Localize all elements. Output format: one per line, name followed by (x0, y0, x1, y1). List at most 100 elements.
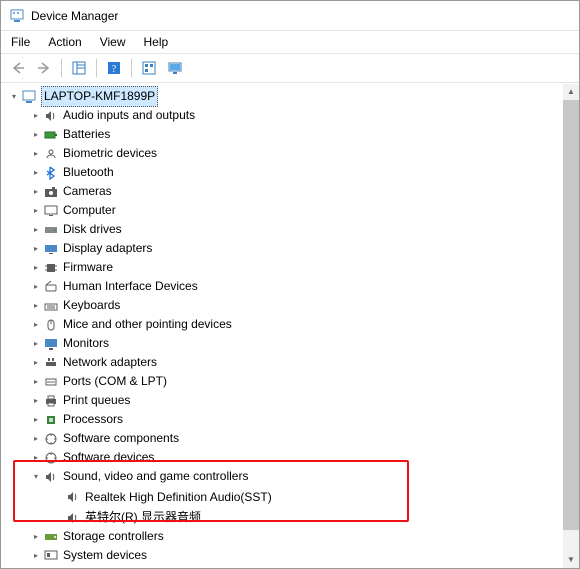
chevron-right-icon[interactable]: ▸ (29, 296, 43, 315)
back-button[interactable] (7, 57, 29, 79)
chevron-right-icon[interactable]: ▸ (29, 163, 43, 182)
speaker-icon (43, 469, 59, 485)
print-icon (43, 393, 59, 409)
show-hide-tree-button[interactable] (68, 57, 90, 79)
hid-icon (43, 279, 59, 295)
tree-item-processors[interactable]: ▸Processors (7, 410, 579, 429)
tree-item-label: Bluetooth (63, 163, 114, 182)
window-title: Device Manager (31, 9, 118, 23)
usb-icon (43, 567, 59, 569)
monitor-icon (43, 336, 59, 352)
storage-icon (43, 529, 59, 545)
help-button[interactable]: ? (103, 57, 125, 79)
camera-icon (43, 184, 59, 200)
toolbar: ? (1, 53, 579, 83)
tree-item-system[interactable]: ▸System devices (7, 546, 579, 565)
chevron-right-icon[interactable]: ▸ (29, 429, 43, 448)
tree-leaf-audio-1[interactable]: 英特尔(R) 显示器音频 (7, 508, 579, 527)
svg-text:?: ? (112, 64, 117, 75)
tree-item-cameras[interactable]: ▸ Cameras (7, 182, 579, 201)
tree-item-label: Display adapters (63, 239, 152, 258)
menu-file[interactable]: File (11, 35, 30, 49)
tree-item-label: Ports (COM & LPT) (63, 372, 167, 391)
scrollbar-thumb[interactable] (563, 100, 579, 530)
tree-item-usb[interactable]: ▸Universal Serial Bus controllers (7, 565, 579, 568)
tree-item-swcomp[interactable]: ▸ Software components (7, 429, 579, 448)
tree-item-computer[interactable]: ▸ Computer (7, 201, 579, 220)
tree-item-monitors[interactable]: ▸ Monitors (7, 334, 579, 353)
chevron-right-icon[interactable]: ▸ (29, 239, 43, 258)
chevron-down-icon[interactable]: ▾ (29, 467, 43, 486)
tree-item-swdev[interactable]: ▸Software devices (7, 448, 579, 467)
tree-item-label: Computer (63, 201, 116, 220)
tree-item-label: Firmware (63, 258, 113, 277)
chevron-right-icon[interactable]: ▸ (29, 334, 43, 353)
tree-item-label: Biometric devices (63, 144, 157, 163)
device-tree[interactable]: ▾LAPTOP-KMF1899P▸Audio inputs and output… (1, 83, 579, 568)
chevron-right-icon[interactable]: ▸ (29, 220, 43, 239)
network-icon (43, 355, 59, 371)
chevron-down-icon[interactable]: ▾ (7, 87, 21, 106)
tree-item-label: Human Interface Devices (63, 277, 198, 296)
tree-item-display[interactable]: ▸ Display adapters (7, 239, 579, 258)
chevron-right-icon[interactable]: ▸ (29, 277, 43, 296)
tree-item-ports[interactable]: ▸ Ports (COM & LPT) (7, 372, 579, 391)
tree-item-label: 英特尔(R) 显示器音频 (85, 508, 201, 527)
tree-item-print[interactable]: ▸Print queues (7, 391, 579, 410)
toolbar-separator (96, 59, 97, 77)
device-manager-icon (9, 8, 25, 24)
bluetooth-icon (43, 165, 59, 181)
menu-view[interactable]: View (100, 35, 126, 49)
tree-item-bluetooth[interactable]: ▸ Bluetooth (7, 163, 579, 182)
forward-button[interactable] (33, 57, 55, 79)
tree-item-batteries[interactable]: ▸Batteries (7, 125, 579, 144)
chevron-right-icon[interactable]: ▸ (29, 125, 43, 144)
disk-icon (43, 222, 59, 238)
menu-action[interactable]: Action (48, 35, 81, 49)
sw-icon (43, 450, 59, 466)
tree-item-firmware[interactable]: ▸ Firmware (7, 258, 579, 277)
mouse-icon (43, 317, 59, 333)
tree-leaf-audio-0[interactable]: Realtek High Definition Audio(SST) (7, 488, 579, 507)
tree-item-label: Monitors (63, 334, 109, 353)
chevron-right-icon[interactable]: ▸ (29, 565, 43, 568)
tree-item-label: Sound, video and game controllers (63, 467, 248, 486)
chevron-right-icon[interactable]: ▸ (29, 353, 43, 372)
tree-item-label: Realtek High Definition Audio(SST) (85, 488, 272, 507)
chevron-right-icon[interactable]: ▸ (29, 182, 43, 201)
monitor-button[interactable] (164, 57, 186, 79)
tree-item-hid[interactable]: ▸ Human Interface Devices (7, 277, 579, 296)
tree-item-biometric[interactable]: ▸ Biometric devices (7, 144, 579, 163)
tree-item-svgc[interactable]: ▾ Sound, video and game controllers (7, 467, 579, 486)
tree-item-storage[interactable]: ▸Storage controllers (7, 527, 579, 546)
chevron-right-icon[interactable]: ▸ (29, 372, 43, 391)
tree-item-label: Cameras (63, 182, 112, 201)
tree-item-network[interactable]: ▸Network adapters (7, 353, 579, 372)
tree-item-disk[interactable]: ▸Disk drives (7, 220, 579, 239)
sw-icon (43, 431, 59, 447)
chevron-right-icon[interactable]: ▸ (29, 258, 43, 277)
scroll-up-arrow[interactable]: ▲ (563, 84, 579, 100)
tree-item-label: Audio inputs and outputs (63, 106, 195, 125)
menu-help[interactable]: Help (144, 35, 169, 49)
chevron-right-icon[interactable]: ▸ (29, 315, 43, 334)
vertical-scrollbar[interactable]: ▲ ▼ (563, 84, 579, 568)
chevron-right-icon[interactable]: ▸ (29, 391, 43, 410)
chevron-right-icon[interactable]: ▸ (29, 527, 43, 546)
scan-hardware-button[interactable] (138, 57, 160, 79)
tree-item-label: Software components (63, 429, 179, 448)
chevron-right-icon[interactable]: ▸ (29, 448, 43, 467)
tree-item-audio-inputs-outputs[interactable]: ▸ Audio inputs and outputs (7, 106, 579, 125)
chevron-right-icon[interactable]: ▸ (29, 546, 43, 565)
tree-root-node[interactable]: ▾LAPTOP-KMF1899P (7, 87, 579, 106)
chevron-right-icon[interactable]: ▸ (29, 106, 43, 125)
chevron-right-icon[interactable]: ▸ (29, 410, 43, 429)
tree-item-mice[interactable]: ▸ Mice and other pointing devices (7, 315, 579, 334)
tree-item-label: Mice and other pointing devices (63, 315, 232, 334)
tree-item-keyboards[interactable]: ▸ Keyboards (7, 296, 579, 315)
chevron-right-icon[interactable]: ▸ (29, 201, 43, 220)
scroll-down-arrow[interactable]: ▼ (563, 552, 579, 568)
tree-item-label: Keyboards (63, 296, 120, 315)
keyboard-icon (43, 298, 59, 314)
chevron-right-icon[interactable]: ▸ (29, 144, 43, 163)
